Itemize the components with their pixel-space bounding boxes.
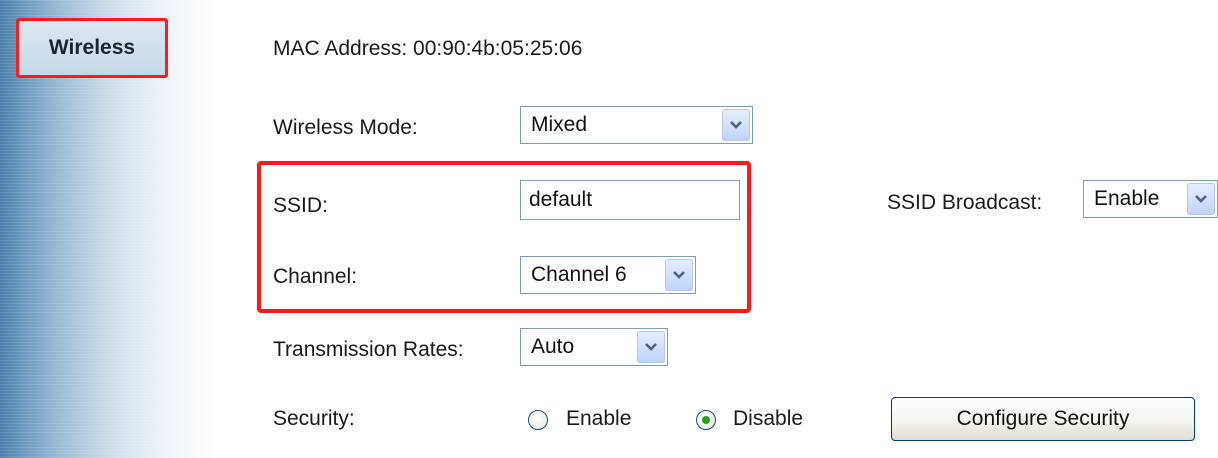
wireless-mode-select[interactable]: Mixed: [520, 106, 753, 144]
chevron-down-icon[interactable]: [722, 109, 750, 141]
wireless-settings-page: Wireless MAC Address: 00:90:4b:05:25:06 …: [0, 0, 1218, 458]
transmission-rates-value: Auto: [531, 335, 575, 358]
sidebar-item-label: Wireless: [48, 36, 136, 59]
ssid-input[interactable]: default: [520, 180, 740, 220]
security-enable-radio[interactable]: [528, 410, 548, 430]
mac-address-text: MAC Address: 00:90:4b:05:25:06: [273, 37, 583, 60]
wireless-mode-value: Mixed: [531, 113, 588, 136]
transmission-rates-label: Transmission Rates:: [273, 338, 464, 361]
configure-security-button[interactable]: Configure Security: [891, 397, 1195, 441]
channel-select[interactable]: Channel 6: [520, 256, 696, 294]
wireless-mode-label: Wireless Mode:: [273, 116, 418, 139]
security-disable-label[interactable]: Disable: [733, 407, 803, 431]
chevron-down-icon[interactable]: [637, 331, 665, 363]
channel-label: Channel:: [273, 265, 358, 288]
ssid-broadcast-select[interactable]: Enable: [1083, 180, 1218, 218]
chevron-down-icon[interactable]: [1187, 183, 1215, 215]
chevron-down-icon[interactable]: [665, 259, 693, 291]
ssid-broadcast-value: Enable: [1094, 187, 1160, 210]
security-label: Security:: [273, 407, 355, 430]
security-disable-radio[interactable]: [696, 410, 716, 430]
sidebar-item-wireless[interactable]: Wireless: [16, 18, 168, 78]
channel-value: Channel 6: [531, 263, 627, 286]
ssid-broadcast-label: SSID Broadcast:: [887, 191, 1043, 214]
ssid-label: SSID:: [273, 194, 328, 217]
transmission-rates-select[interactable]: Auto: [520, 328, 668, 366]
sidebar: Wireless: [0, 0, 240, 458]
security-enable-label[interactable]: Enable: [566, 407, 631, 431]
ssid-value: default: [529, 188, 593, 211]
